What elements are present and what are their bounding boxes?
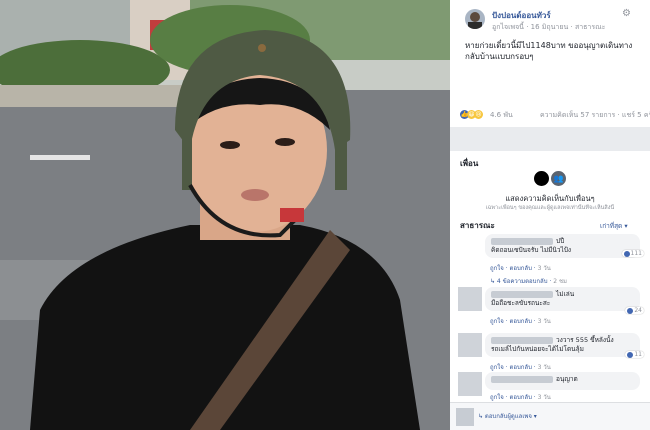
- reply-link[interactable]: ตอบกลับ: [509, 318, 531, 325]
- like-link[interactable]: ถูกใจ: [490, 394, 504, 401]
- comment-text: คิดถอนเซปันจรับ ไม่มีนิวไป้ง: [491, 246, 572, 254]
- page-avatar: [456, 408, 474, 426]
- comment-name-tail: อนุญาต: [556, 375, 578, 383]
- post-text: หายก่วยเดี๋ยวนี้มีไป1148บาท ขออนุญาตเดิน…: [465, 41, 633, 61]
- comment-name-tail: วงวาร 555 ขึ้หลังนั้ง: [556, 336, 614, 344]
- reactions-bar[interactable]: 👍😆😢 4.6 พัน ความคิดเห็น 57 รายการ · แชร์…: [460, 110, 650, 124]
- comment-actions: ถูกใจ · ตอบกลับ · 3 วัน: [490, 394, 551, 401]
- comment-avatar[interactable]: [458, 333, 482, 357]
- comment-reactions[interactable]: 111: [621, 250, 644, 257]
- reaction-icons[interactable]: 👍😆😢: [460, 110, 483, 119]
- commenter-name-redacted[interactable]: [491, 375, 553, 383]
- comment-avatar[interactable]: [458, 372, 482, 396]
- section-divider: [450, 127, 650, 151]
- comment-actions: ถูกใจ · ตอบกลับ · 3 วัน: [490, 364, 551, 371]
- sad-reaction-icon: 😢: [474, 110, 483, 119]
- friend-avatar: [534, 171, 549, 186]
- commenter-name-redacted[interactable]: [491, 290, 553, 298]
- reply-as-page-label[interactable]: ↳ ตอบกลับผู้ดูแลเพจ ▾: [478, 411, 537, 421]
- comment-time: 3 วัน: [537, 364, 551, 371]
- reply-as-page-bar[interactable]: ↳ ตอบกลับผู้ดูแลเพจ ▾: [450, 402, 650, 430]
- like-link[interactable]: ถูกใจ: [490, 265, 504, 272]
- comment-text: รถเมล์ไปกันหน่อยจะได้ไม่โดนลุ้ม: [491, 345, 584, 353]
- post-meta: อูกไจเพจนี้ · 16 มิถุนายน · สาธารณะ: [492, 23, 606, 31]
- comment-bubble: ไม่เล่น มือถือชะลขับรถนะสะ: [485, 287, 640, 311]
- comment-bubble: ปปี คิดถอนเซปันจรับ ไม่มีนิวไป้ง: [485, 234, 640, 258]
- commenter-name-redacted[interactable]: [491, 336, 553, 344]
- comment-name-tail: ไม่เล่น: [556, 290, 575, 298]
- privacy-label: สาธารณะ: [574, 23, 606, 31]
- friends-group-icon: 👥: [551, 171, 566, 186]
- comment-avatar[interactable]: [458, 234, 482, 258]
- comment-time: 3 วัน: [537, 318, 551, 325]
- comment-reactions[interactable]: 24: [625, 307, 644, 314]
- author-name[interactable]: ปังปอนด์ออนทัวร์: [492, 9, 551, 22]
- globe-icon[interactable]: ⚙: [622, 8, 631, 19]
- comment-bubble: อนุญาต: [485, 372, 640, 390]
- post-header: ปังปอนด์ออนทัวร์ อูกไจเพจนี้ · 16 มิถุนา…: [450, 0, 650, 35]
- replies-link[interactable]: ↳ 4 ข้อความตอบกลับ · 2 ชม: [490, 276, 567, 286]
- comment-bubble: วงวาร 555 ขึ้หลังนั้ง รถเมล์ไปกันหน่อยจะ…: [485, 333, 640, 357]
- comment-name-tail: ปปี: [556, 237, 565, 245]
- reply-link[interactable]: ตอบกลับ: [509, 394, 531, 401]
- author-avatar[interactable]: [465, 9, 485, 29]
- comment-time: 3 วัน: [537, 394, 551, 401]
- post-side-panel: ปังปอนด์ออนทัวร์ อูกไจเพจนี้ · 16 มิถุนา…: [450, 0, 650, 430]
- reply-link[interactable]: ตอบกลับ: [509, 265, 531, 272]
- sort-dropdown[interactable]: เก่าที่สุด ▾: [600, 221, 628, 231]
- comment-time: 3 วัน: [537, 265, 551, 272]
- comment-reactions[interactable]: 11: [625, 351, 644, 358]
- like-link[interactable]: ถูกใจ: [490, 318, 504, 325]
- comments-shares-count[interactable]: ความคิดเห็น 57 รายการ · แชร์ 5 ครั้ง: [540, 110, 650, 121]
- post-photo[interactable]: [0, 0, 450, 430]
- commenter-name-redacted[interactable]: [491, 237, 553, 245]
- comment-text: มือถือชะลขับรถนะสะ: [491, 299, 551, 307]
- selfie-illustration: [0, 0, 450, 430]
- comment-avatar[interactable]: [458, 287, 482, 311]
- author-short[interactable]: อูกไจเพจนี้: [492, 23, 524, 31]
- like-link[interactable]: ถูกใจ: [490, 364, 504, 371]
- comment-actions: ถูกใจ · ตอบกลับ · 3 วัน: [490, 265, 551, 272]
- reaction-count[interactable]: 4.6 พัน: [490, 110, 513, 121]
- friends-section-title: เพื่อน: [460, 159, 479, 168]
- public-section-title: สาธารณะ: [460, 221, 495, 230]
- friends-subcaption: เฉพาะเพื่อนๆ ของคุณและผู้ดูแลเพจเท่านั้น…: [485, 205, 615, 211]
- post-date[interactable]: 16 มิถุนายน: [531, 23, 569, 31]
- comment-actions: ถูกใจ · ตอบกลับ · 3 วัน: [490, 318, 551, 325]
- reply-link[interactable]: ตอบกลับ: [509, 364, 531, 371]
